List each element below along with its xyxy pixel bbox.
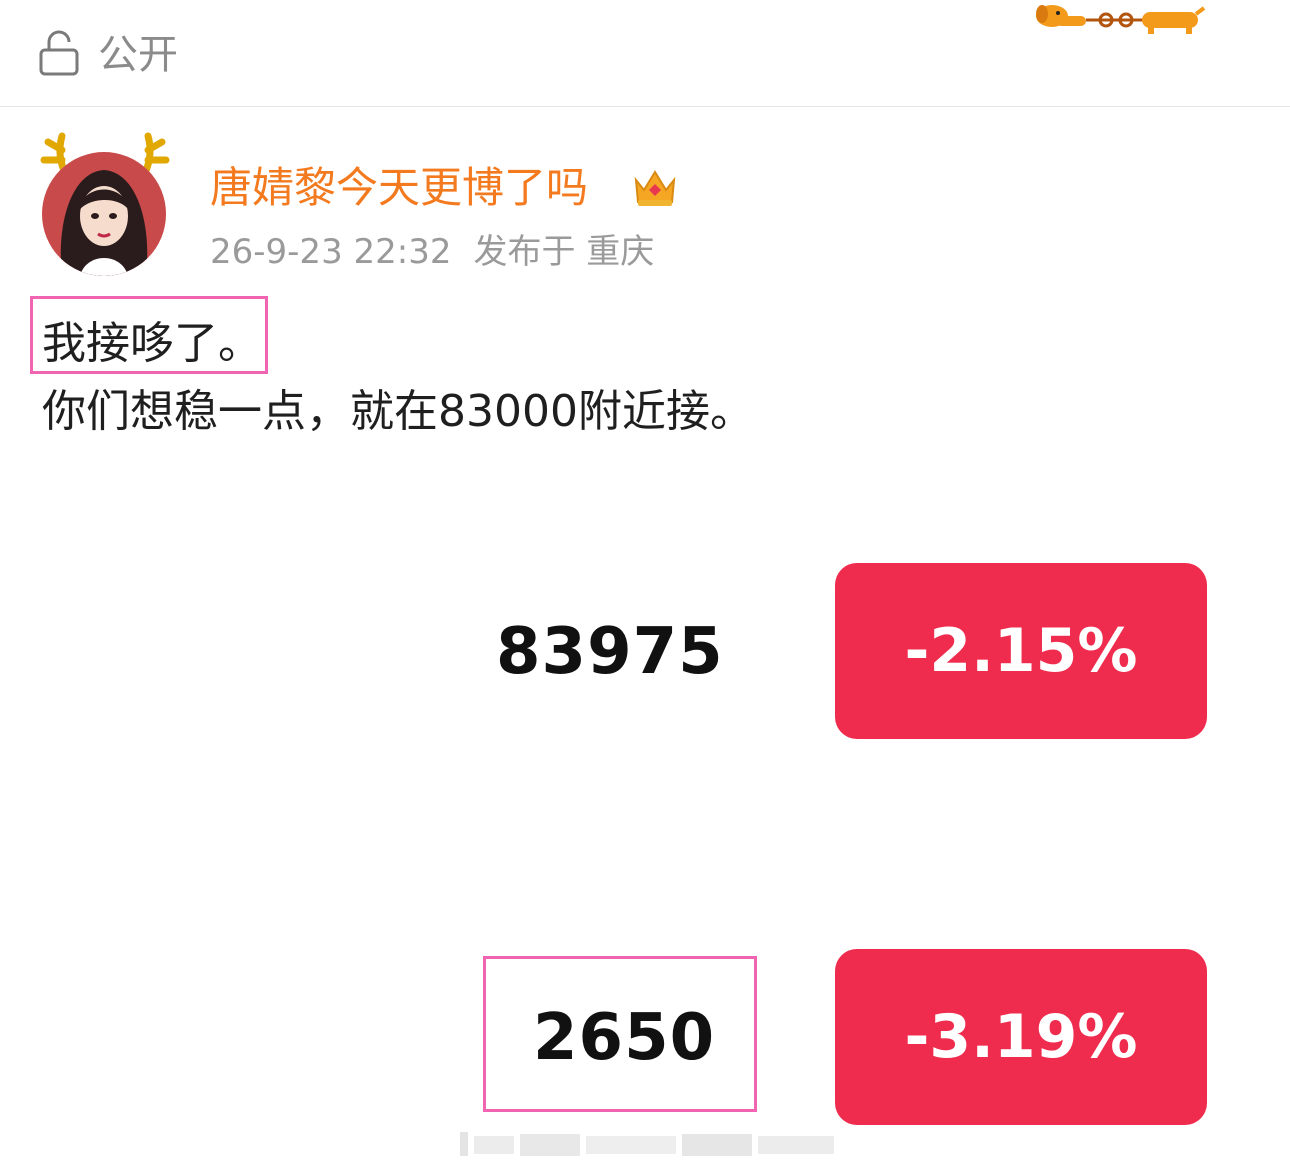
crown-icon	[634, 170, 676, 206]
highlight-box	[30, 296, 268, 374]
dachshund-icon	[1036, 5, 1206, 34]
visibility-label[interactable]: 公开	[98, 30, 178, 80]
unlock-icon[interactable]	[38, 30, 80, 76]
avatar[interactable]	[38, 126, 172, 278]
quote-change-badge: -3.19%	[835, 949, 1207, 1125]
quote-price: 83975	[496, 615, 724, 689]
post-time: 26-9-23 22:32	[210, 232, 452, 272]
username[interactable]: 唐婧黎今天更博了吗	[210, 160, 588, 216]
quote-change-badge: -2.15%	[835, 563, 1207, 739]
post-location: 发布于 重庆	[473, 232, 655, 272]
watermark	[460, 1132, 834, 1156]
post-text-line2: 你们想稳一点，就在83000附近接。	[42, 386, 754, 437]
avatar-image	[42, 152, 166, 276]
post-meta: 26-9-23 22:32 发布于 重庆	[210, 228, 676, 276]
highlight-box	[483, 956, 757, 1112]
top-bar: 公开	[0, 0, 1290, 107]
